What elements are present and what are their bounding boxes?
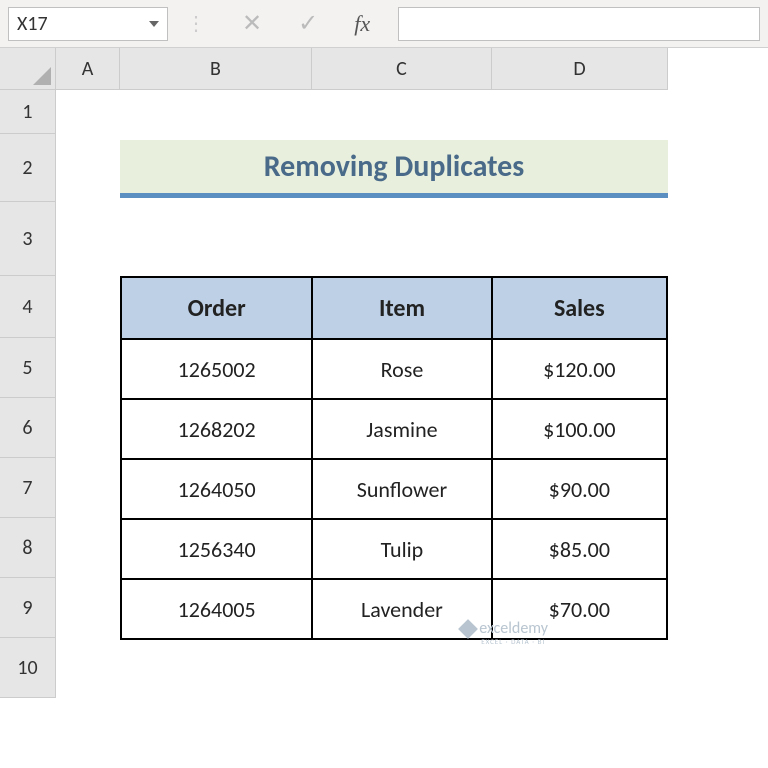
col-header-D[interactable]: D: [492, 48, 668, 90]
header-sales[interactable]: Sales: [492, 277, 667, 339]
cancel-icon: ✕: [242, 9, 262, 38]
col-header-A[interactable]: A: [56, 48, 120, 90]
name-box-value: X17: [17, 12, 48, 36]
name-box[interactable]: X17: [8, 7, 168, 41]
cell-sales[interactable]: $85.00: [492, 519, 667, 579]
row-header-2[interactable]: 2: [0, 134, 56, 202]
cell-order[interactable]: 1264050: [121, 459, 312, 519]
cell-order[interactable]: 1265002: [121, 339, 312, 399]
watermark: exceldemy EXCEL · DATA · BI: [461, 619, 548, 638]
row-header-3[interactable]: 3: [0, 202, 56, 276]
cell-order[interactable]: 1256340: [121, 519, 312, 579]
row-header-8[interactable]: 8: [0, 518, 56, 578]
title-banner: Removing Duplicates: [120, 140, 668, 198]
divider: ⋮: [186, 11, 206, 36]
col-header-C[interactable]: C: [312, 48, 492, 90]
row-header-9[interactable]: 9: [0, 578, 56, 638]
col-header-B[interactable]: B: [120, 48, 312, 90]
row-header-10[interactable]: 10: [0, 638, 56, 698]
fx-icon[interactable]: fx: [354, 11, 370, 37]
formula-input[interactable]: [398, 7, 760, 41]
table-row: 1268202 Jasmine $100.00: [121, 399, 667, 459]
sheet-area: A B C D 1 2 3 4 5 6 7 8 9 10 Removing Du…: [0, 48, 768, 768]
formula-bar: X17 ⋮ ✕ ✓ fx: [0, 0, 768, 48]
table-row: 1264050 Sunflower $90.00: [121, 459, 667, 519]
column-headers: A B C D: [56, 48, 668, 90]
watermark-icon: [458, 619, 478, 639]
row-header-6[interactable]: 6: [0, 398, 56, 458]
cell-sales[interactable]: $120.00: [492, 339, 667, 399]
select-all-triangle[interactable]: [0, 48, 56, 90]
table-row: 1265002 Rose $120.00: [121, 339, 667, 399]
row-header-4[interactable]: 4: [0, 276, 56, 338]
cell-order[interactable]: 1264005: [121, 579, 312, 639]
row-headers: 1 2 3 4 5 6 7 8 9 10: [0, 90, 56, 698]
cells-grid[interactable]: Removing Duplicates Order Item Sales 126…: [56, 90, 668, 698]
cell-sales[interactable]: $100.00: [492, 399, 667, 459]
table-row: 1264005 Lavender $70.00: [121, 579, 667, 639]
cell-order[interactable]: 1268202: [121, 399, 312, 459]
row-header-7[interactable]: 7: [0, 458, 56, 518]
header-order[interactable]: Order: [121, 277, 312, 339]
left-column: A B C D 1 2 3 4 5 6 7 8 9 10 Removing Du…: [0, 48, 668, 768]
header-item[interactable]: Item: [312, 277, 491, 339]
cell-sales[interactable]: $90.00: [492, 459, 667, 519]
cell-item[interactable]: Jasmine: [312, 399, 491, 459]
cell-item[interactable]: Tulip: [312, 519, 491, 579]
row-header-1[interactable]: 1: [0, 90, 56, 134]
row-header-5[interactable]: 5: [0, 338, 56, 398]
watermark-text: exceldemy: [479, 619, 548, 638]
watermark-sub: EXCEL · DATA · BI: [481, 637, 545, 646]
table-header-row: Order Item Sales: [121, 277, 667, 339]
cell-item[interactable]: Sunflower: [312, 459, 491, 519]
data-table: Order Item Sales 1265002 Rose $120.00 12…: [120, 276, 668, 640]
cell-item[interactable]: Rose: [312, 339, 491, 399]
dropdown-icon[interactable]: [149, 21, 159, 27]
table-row: 1256340 Tulip $85.00: [121, 519, 667, 579]
enter-icon: ✓: [298, 9, 318, 38]
